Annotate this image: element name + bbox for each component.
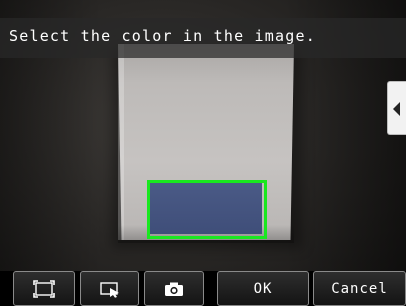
ok-button[interactable]: OK bbox=[217, 271, 309, 306]
region-select-button[interactable] bbox=[80, 271, 139, 306]
capture-button[interactable] bbox=[144, 271, 204, 306]
color-selection-box[interactable] bbox=[147, 180, 267, 239]
chevron-left-icon bbox=[393, 102, 400, 116]
cancel-button[interactable]: Cancel bbox=[313, 271, 406, 306]
paper-edge bbox=[118, 44, 124, 240]
fit-frame-button[interactable] bbox=[13, 271, 75, 306]
camera-view[interactable]: Select the color in the image. OK Cancel bbox=[0, 0, 406, 306]
side-panel-toggle[interactable] bbox=[387, 81, 406, 135]
cancel-button-label: Cancel bbox=[331, 280, 388, 297]
camera-icon bbox=[165, 282, 183, 296]
fit-frame-icon bbox=[33, 279, 55, 298]
instruction-text: Select the color in the image. bbox=[9, 27, 316, 45]
ok-button-label: OK bbox=[253, 280, 273, 297]
region-select-icon bbox=[99, 281, 119, 298]
